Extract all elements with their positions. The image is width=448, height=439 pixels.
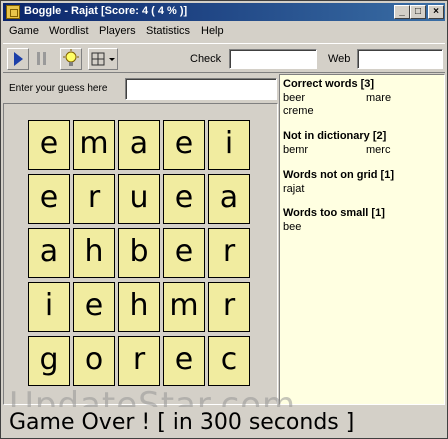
not-on-grid-group: Words not on grid [1] rajat — [283, 169, 441, 197]
grid-cell[interactable]: o — [73, 336, 115, 386]
close-button[interactable]: × — [428, 5, 444, 19]
check-input[interactable] — [229, 49, 317, 69]
grid-size-icon — [91, 52, 115, 66]
play-button[interactable] — [7, 48, 29, 70]
grid-cell[interactable]: e — [28, 120, 70, 170]
guess-input[interactable] — [125, 78, 277, 100]
hint-bulb-icon — [63, 49, 79, 66]
grid-cell[interactable]: g — [28, 336, 70, 386]
grid-cell[interactable]: b — [118, 228, 160, 278]
minimize-button[interactable]: _ — [394, 5, 410, 19]
not-on-grid-word: rajat — [283, 183, 305, 195]
not-in-dictionary-word: merc — [366, 144, 391, 156]
menu-wordlist[interactable]: Wordlist — [49, 25, 89, 37]
menu-statistics[interactable]: Statistics — [146, 25, 190, 37]
play-icon — [14, 52, 23, 66]
grid-cell[interactable]: r — [208, 282, 250, 332]
guess-label: Enter your guess here — [9, 83, 108, 94]
guess-row: Enter your guess here — [3, 74, 278, 104]
window-title: Boggle - Rajat [Score: 4 ( 4 % )] — [24, 5, 188, 17]
grid-cell[interactable]: m — [163, 282, 205, 332]
grid-cell[interactable]: e — [163, 336, 205, 386]
web-label: Web — [328, 53, 351, 65]
too-small-heading: Words too small [1] — [283, 207, 385, 219]
boggle-window: Boggle - Rajat [Score: 4 ( 4 % )] _ □ × … — [0, 0, 448, 439]
grid-cell[interactable]: u — [118, 174, 160, 224]
title-bar[interactable]: Boggle - Rajat [Score: 4 ( 4 % )] _ □ × — [3, 3, 445, 21]
results-panel: Correct words [3] beer mare creme Not in… — [279, 74, 445, 405]
dropdown-arrow-icon — [109, 58, 115, 61]
status-text: Game Over ! [ in 300 seconds ] — [9, 410, 355, 435]
menu-help[interactable]: Help — [201, 25, 224, 37]
grid-cell[interactable]: e — [28, 174, 70, 224]
pause-button[interactable] — [32, 48, 54, 70]
menu-game[interactable]: Game — [9, 25, 39, 37]
correct-words-group: Correct words [3] beer mare creme — [283, 78, 441, 118]
grid-cell[interactable]: e — [73, 282, 115, 332]
status-bar: Game Over ! [ in 300 seconds ] — [3, 407, 445, 437]
correct-words-heading: Correct words [3] — [283, 78, 375, 90]
not-in-dictionary-heading: Not in dictionary [2] — [283, 130, 387, 142]
letter-grid-panel: e m a e i e r u e a a h b e r i e h m r … — [3, 103, 278, 405]
grid-cell[interactable]: a — [28, 228, 70, 278]
maximize-button[interactable]: □ — [410, 5, 426, 19]
grid-cell[interactable]: c — [208, 336, 250, 386]
not-in-dictionary-word: bemr — [283, 144, 309, 156]
grid-cell[interactable]: e — [163, 120, 205, 170]
web-input[interactable] — [357, 49, 443, 69]
grid-cell[interactable]: a — [118, 120, 160, 170]
correct-word: mare — [366, 92, 392, 104]
grid-cell[interactable]: e — [163, 174, 205, 224]
menu-bar: Game Wordlist Players Statistics Help — [3, 22, 445, 40]
not-on-grid-heading: Words not on grid [1] — [283, 169, 395, 181]
grid-cell[interactable]: i — [28, 282, 70, 332]
grid-size-button[interactable] — [88, 48, 118, 70]
grid-cell[interactable]: a — [208, 174, 250, 224]
correct-word: creme — [283, 105, 314, 117]
toolbar: Check Web — [3, 43, 445, 73]
grid-cell[interactable]: r — [118, 336, 160, 386]
grid-cell[interactable]: r — [73, 174, 115, 224]
app-icon — [6, 5, 20, 19]
grid-cell[interactable]: h — [73, 228, 115, 278]
grid-cell[interactable]: m — [73, 120, 115, 170]
too-small-word: bee — [283, 221, 302, 233]
not-in-dictionary-group: Not in dictionary [2] bemr merc — [283, 130, 441, 158]
menu-players[interactable]: Players — [99, 25, 136, 37]
pause-icon — [37, 52, 46, 65]
grid-cell[interactable]: r — [208, 228, 250, 278]
grid-cell[interactable]: e — [163, 228, 205, 278]
check-label: Check — [190, 53, 222, 65]
grid-cell[interactable]: h — [118, 282, 160, 332]
hint-button[interactable] — [60, 48, 82, 70]
too-small-group: Words too small [1] bee — [283, 207, 441, 235]
grid-cell[interactable]: i — [208, 120, 250, 170]
correct-word: beer — [283, 92, 306, 104]
